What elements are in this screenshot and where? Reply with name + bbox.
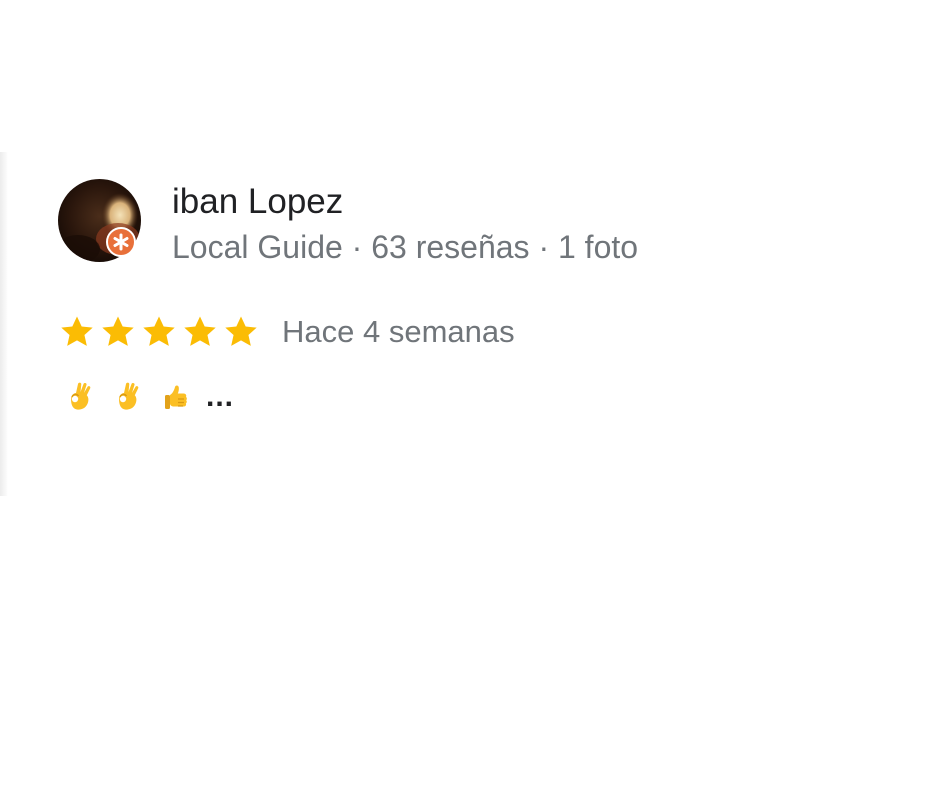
ok-hand-emoji-icon <box>112 379 146 415</box>
star-icon <box>61 316 93 346</box>
local-guide-badge-icon <box>106 227 136 257</box>
author-avatar-link[interactable] <box>58 179 141 262</box>
star-icon <box>102 316 134 346</box>
ok-hand-emoji-icon <box>64 379 98 415</box>
author-meta: Local Guide · 63 reseñas · 1 foto <box>172 229 639 265</box>
review-text[interactable]: ... <box>64 375 234 419</box>
star-rating <box>58 313 263 351</box>
review-truncation-ellipsis: ... <box>206 380 235 413</box>
star-icon <box>143 316 175 346</box>
star-icon <box>184 316 216 346</box>
author-name[interactable]: iban Lopez <box>172 180 343 224</box>
review-date: Hace 4 semanas <box>282 314 515 349</box>
thumbs-up-emoji-icon <box>160 379 194 415</box>
page: iban Lopez Local Guide · 63 reseñas · 1 … <box>0 0 940 788</box>
rating-row: Hace 4 semanas <box>58 310 515 354</box>
review-card: iban Lopez Local Guide · 63 reseñas · 1 … <box>0 152 940 496</box>
star-icon <box>225 316 257 346</box>
